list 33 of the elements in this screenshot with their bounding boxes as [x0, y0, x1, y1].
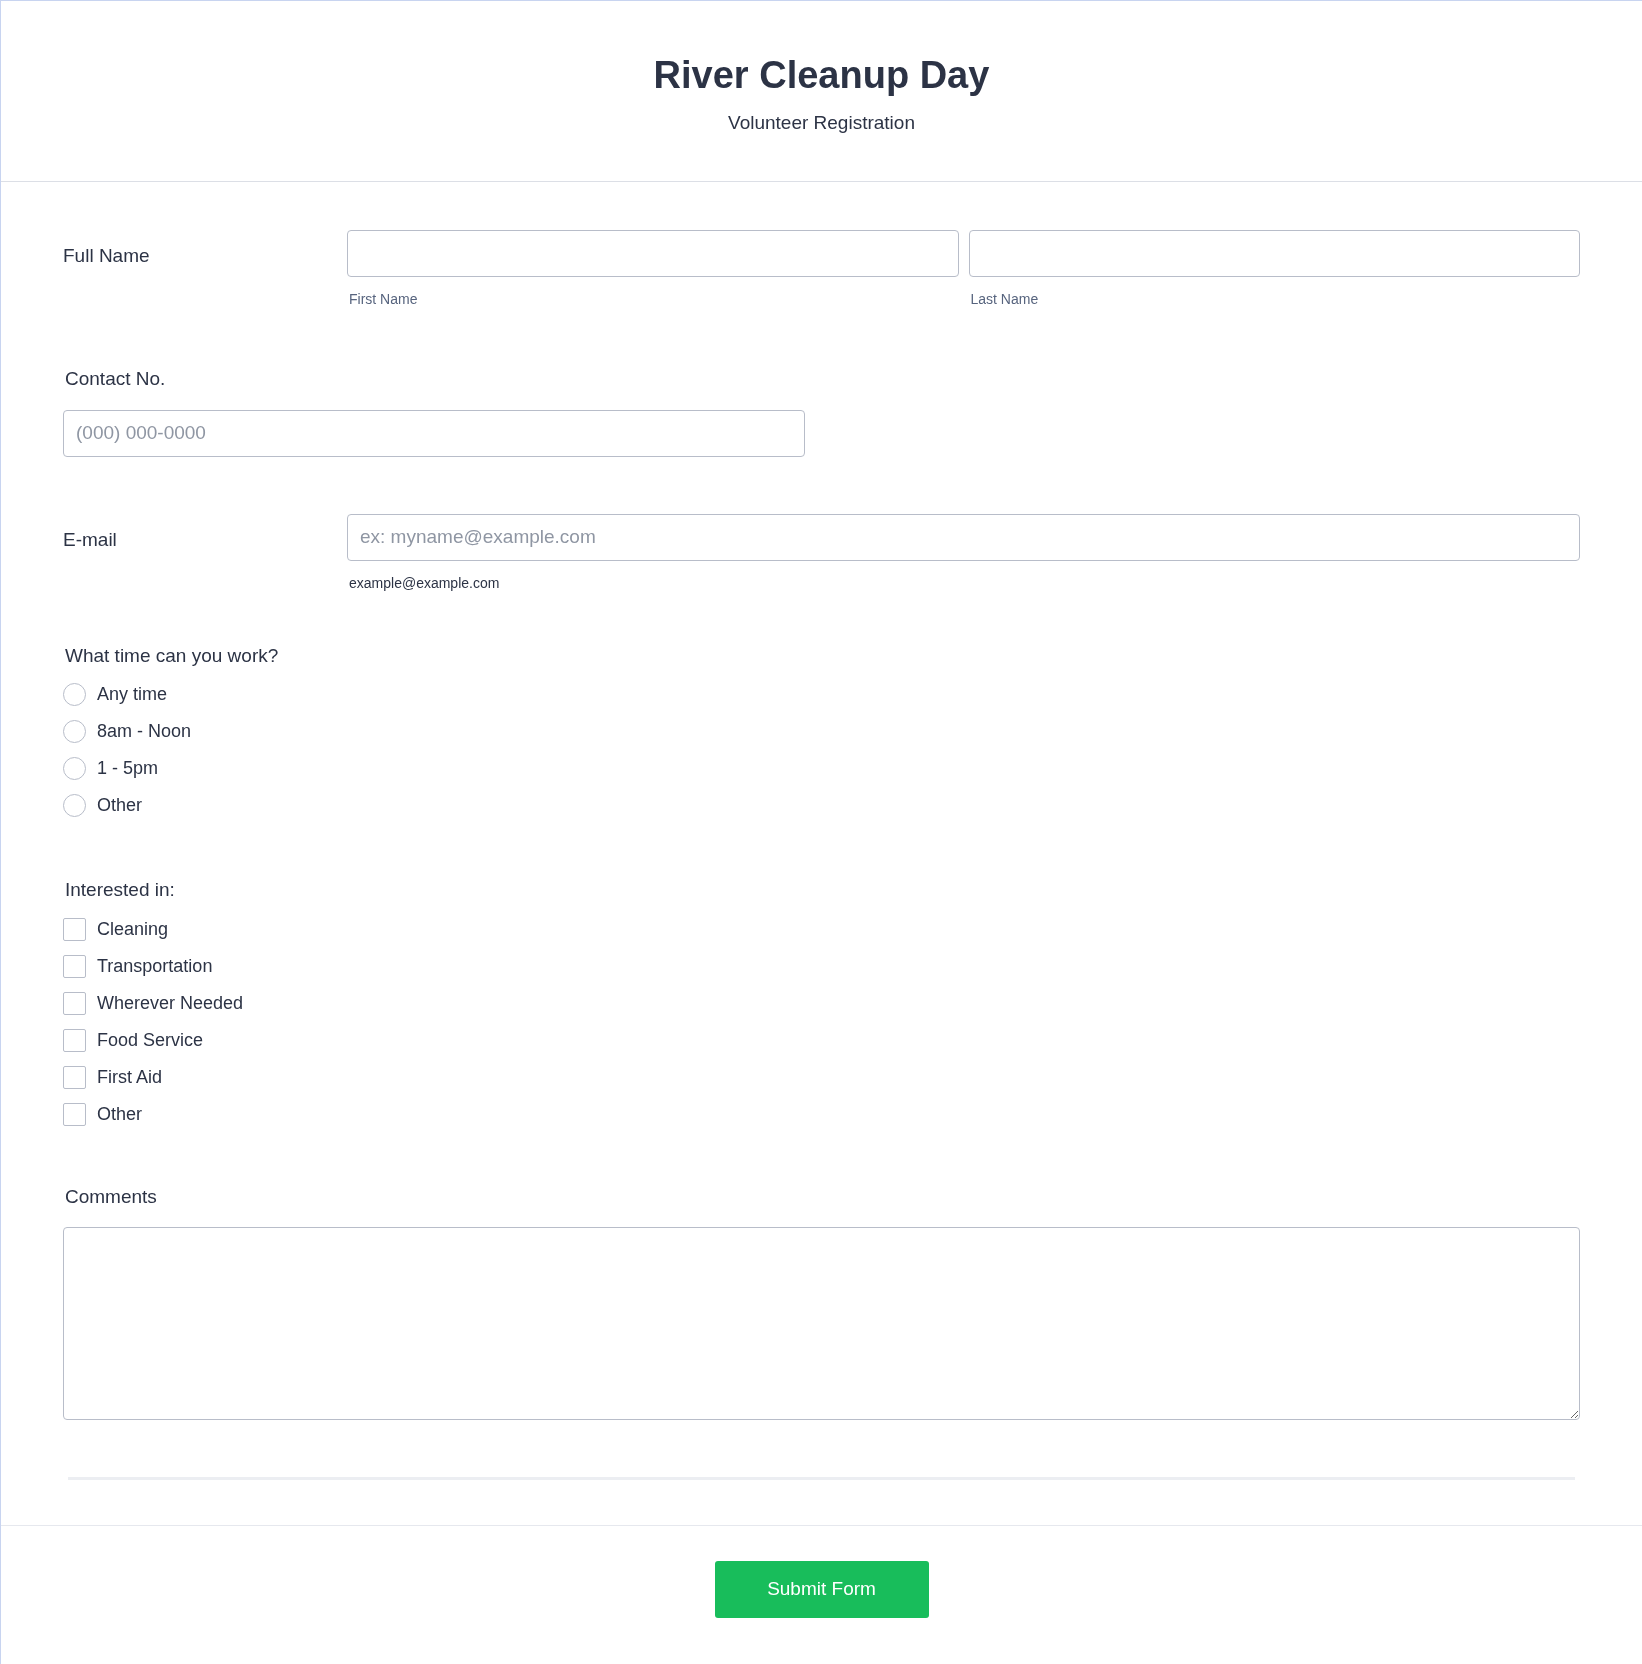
checkbox[interactable] [63, 991, 86, 1015]
option-label: First Aid [97, 1065, 162, 1089]
phone-field[interactable]: (000) 000-0000 [63, 409, 805, 457]
input-field[interactable] [968, 230, 1580, 277]
option-label: Other [97, 794, 143, 817]
field-sublabel: First Name [349, 290, 419, 308]
form-subtitle: Volunteer Registration [728, 111, 915, 135]
option-label: Any time [97, 683, 168, 706]
checkbox[interactable] [63, 1065, 86, 1089]
input-field[interactable] [347, 230, 959, 277]
submit-button[interactable]: Submit Form [714, 1561, 929, 1618]
field-label: Interested in: [65, 878, 176, 902]
option-label: Cleaning [97, 917, 169, 941]
option-label: 1 - 5pm [97, 757, 159, 780]
option-label: Other [97, 1102, 143, 1126]
checkbox[interactable] [63, 954, 86, 978]
option-label: Wherever Needed [97, 991, 244, 1015]
field-label: E-mail [63, 527, 118, 552]
checkbox[interactable] [63, 917, 86, 941]
checkbox[interactable] [63, 1028, 86, 1052]
field-label: Full Name [63, 244, 151, 268]
form-title: River Cleanup Day [653, 53, 990, 98]
option-label: Food Service [97, 1028, 204, 1052]
field-sublabel: Last Name [970, 290, 1040, 308]
field-sublabel: example@example.com [349, 573, 501, 592]
field-label: What time can you work? [65, 643, 280, 668]
checkbox[interactable] [63, 1102, 86, 1126]
email-field[interactable]: ex: myname@example.com [347, 513, 1580, 561]
option-label: 8am - Noon [97, 720, 192, 743]
field-label: Comments [65, 1184, 158, 1209]
option-label: Transportation [97, 954, 213, 978]
field-label: Contact No. [65, 367, 167, 391]
comments-field[interactable] [63, 1227, 1580, 1420]
